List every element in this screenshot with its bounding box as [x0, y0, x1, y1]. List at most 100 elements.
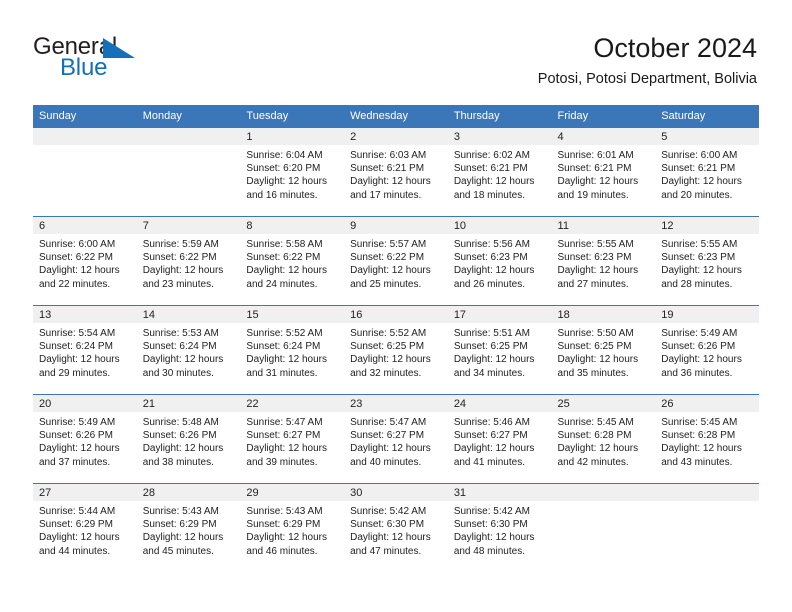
calendar-day-cell[interactable]: 16 Sunrise: 5:52 AM Sunset: 6:25 PM Dayligh…: [344, 306, 448, 394]
calendar-day-cell[interactable]: 21 Sunrise: 5:48 AM Sunset: 6:26 PM Dayligh…: [136, 395, 241, 483]
day-details: Sunrise: 5:56 AM Sunset: 6:23 PM Daylight:…: [448, 234, 552, 305]
calendar-day-cell[interactable]: 25 Sunrise: 5:45 AM Sunset: 6:28 PM Dayligh…: [551, 395, 656, 483]
sunrise-text: Sunrise: 5:55 AM: [661, 239, 738, 250]
day-number: 12: [655, 217, 759, 234]
day-details: Sunrise: 6:04 AM Sunset: 6:20 PM Daylight:…: [240, 145, 344, 216]
daylight-text-line2: and 48 minutes.: [453, 545, 525, 557]
calendar-day-cell[interactable]: 1 Sunrise: 6:04 AM Sunset: 6:20 PM Daylight…: [240, 128, 345, 216]
day-details: Sunrise: 5:53 AM Sunset: 6:24 PM Daylight:…: [137, 323, 241, 394]
calendar-day-cell[interactable]: 19 Sunrise: 5:49 AM Sunset: 6:26 PM Dayligh…: [655, 306, 759, 394]
daylight-text-line1: Daylight: 12 hours: [453, 443, 535, 455]
calendar-day-cell[interactable]: 22 Sunrise: 5:47 AM Sunset: 6:27 PM Dayligh…: [240, 395, 345, 483]
daylight-text-line2: and 36 minutes.: [661, 367, 733, 379]
calendar-page: General Blue October 2024 Potosi, Potosi…: [0, 0, 792, 612]
day-details: Sunrise: 5:42 AM Sunset: 6:30 PM Daylight:…: [344, 501, 448, 572]
sunset-text: Sunset: 6:30 PM: [350, 519, 425, 531]
calendar-day-cell[interactable]: 18 Sunrise: 5:50 AM Sunset: 6:25 PM Dayligh…: [551, 306, 656, 394]
calendar-day-cell[interactable]: 2 Sunrise: 6:03 AM Sunset: 6:21 PM Daylight…: [344, 128, 448, 216]
daylight-text-line1: Daylight: 12 hours: [142, 354, 224, 366]
daylight-text-line1: Daylight: 12 hours: [142, 532, 224, 544]
calendar-day-cell[interactable]: 15 Sunrise: 5:52 AM Sunset: 6:24 PM Dayligh…: [240, 306, 345, 394]
calendar-day-cell[interactable]: 28 Sunrise: 5:43 AM Sunset: 6:29 PM Dayligh…: [136, 484, 241, 572]
sunrise-text: Sunrise: 6:00 AM: [39, 239, 116, 250]
day-details: Sunrise: 5:58 AM Sunset: 6:22 PM Daylight:…: [240, 234, 344, 305]
sunset-text: Sunset: 6:28 PM: [557, 430, 632, 442]
daylight-text-line2: and 25 minutes.: [350, 278, 422, 290]
daylight-text-line1: Daylight: 12 hours: [39, 532, 120, 544]
calendar-day-cell[interactable]: 23 Sunrise: 5:47 AM Sunset: 6:27 PM Dayligh…: [344, 395, 448, 483]
day-details: Sunrise: 5:55 AM Sunset: 6:23 PM Daylight:…: [655, 234, 759, 305]
day-number: 17: [447, 306, 552, 323]
day-details: Sunrise: 5:49 AM Sunset: 6:26 PM Daylight:…: [655, 323, 759, 394]
day-details: Sunrise: 5:44 AM Sunset: 6:29 PM Daylight:…: [33, 501, 137, 572]
daylight-text-line2: and 45 minutes.: [142, 545, 214, 557]
calendar-day-cell[interactable]: 13 Sunrise: 5:54 AM Sunset: 6:24 PM Dayligh…: [33, 306, 137, 394]
calendar-day-cell[interactable]: 24 Sunrise: 5:46 AM Sunset: 6:27 PM Dayligh…: [447, 395, 552, 483]
calendar-day-cell[interactable]: 10 Sunrise: 5:56 AM Sunset: 6:23 PM Dayligh…: [447, 217, 552, 305]
calendar-day-cell[interactable]: 11 Sunrise: 5:55 AM Sunset: 6:23 PM Dayligh…: [551, 217, 656, 305]
daylight-text-line2: and 44 minutes.: [39, 545, 111, 557]
general-blue-logo[interactable]: General Blue: [33, 33, 213, 83]
calendar-day-cell[interactable]: 20 Sunrise: 5:49 AM Sunset: 6:26 PM Dayligh…: [33, 395, 137, 483]
daylight-text-line2: and 18 minutes.: [453, 189, 525, 201]
day-number: 4: [551, 128, 656, 145]
title-block: October 2024 Potosi, Potosi Department, …: [538, 32, 757, 88]
calendar-day-cell-empty: [655, 484, 759, 572]
sunset-text: Sunset: 6:21 PM: [350, 163, 425, 175]
daylight-text-line1: Daylight: 12 hours: [557, 176, 639, 188]
day-number: 19: [655, 306, 759, 323]
daylight-text-line1: Daylight: 12 hours: [39, 354, 120, 366]
daylight-text-line2: and 47 minutes.: [350, 545, 422, 557]
calendar-day-cell[interactable]: 30 Sunrise: 5:42 AM Sunset: 6:30 PM Dayligh…: [344, 484, 448, 572]
calendar-day-cell[interactable]: 5 Sunrise: 6:00 AM Sunset: 6:21 PM Daylight…: [655, 128, 759, 216]
page-title: October 2024: [593, 33, 757, 63]
sunset-text: Sunset: 6:21 PM: [453, 163, 528, 175]
day-number: 8: [240, 217, 345, 234]
calendar-day-cell[interactable]: 3 Sunrise: 6:02 AM Sunset: 6:21 PM Daylight…: [447, 128, 552, 216]
day-details: Sunrise: 5:47 AM Sunset: 6:27 PM Daylight:…: [344, 412, 448, 483]
calendar-day-cell[interactable]: 4 Sunrise: 6:01 AM Sunset: 6:21 PM Daylight…: [551, 128, 656, 216]
sunset-text: Sunset: 6:27 PM: [350, 430, 425, 442]
calendar-day-cell[interactable]: 17 Sunrise: 5:51 AM Sunset: 6:25 PM Dayligh…: [447, 306, 552, 394]
sunrise-text: Sunrise: 5:55 AM: [557, 239, 634, 250]
daylight-text-line1: Daylight: 12 hours: [661, 176, 742, 188]
calendar-week-row: 20 Sunrise: 5:49 AM Sunset: 6:26 PM Dayligh…: [33, 395, 759, 484]
day-number: 30: [344, 484, 448, 501]
daylight-text-line1: Daylight: 12 hours: [350, 354, 431, 366]
daylight-text-line2: and 43 minutes.: [661, 456, 733, 468]
sunrise-text: Sunrise: 5:47 AM: [350, 417, 427, 428]
daylight-text-line2: and 39 minutes.: [246, 456, 318, 468]
calendar-day-cell[interactable]: 26 Sunrise: 5:45 AM Sunset: 6:28 PM Dayligh…: [655, 395, 759, 483]
sunset-text: Sunset: 6:27 PM: [246, 430, 321, 442]
calendar-day-cell[interactable]: 6 Sunrise: 6:00 AM Sunset: 6:22 PM Daylight…: [33, 217, 137, 305]
sunrise-text: Sunrise: 5:42 AM: [350, 506, 427, 517]
calendar-day-cell-empty: [33, 128, 137, 216]
calendar-day-cell[interactable]: 7 Sunrise: 5:59 AM Sunset: 6:22 PM Daylight…: [136, 217, 241, 305]
calendar-day-cell[interactable]: 12 Sunrise: 5:55 AM Sunset: 6:23 PM Dayligh…: [655, 217, 759, 305]
sunrise-text: Sunrise: 5:57 AM: [350, 239, 427, 250]
sunrise-text: Sunrise: 5:51 AM: [453, 328, 530, 339]
calendar-day-cell[interactable]: 29 Sunrise: 5:43 AM Sunset: 6:29 PM Dayligh…: [240, 484, 345, 572]
calendar-day-cell[interactable]: 8 Sunrise: 5:58 AM Sunset: 6:22 PM Daylight…: [240, 217, 345, 305]
calendar-day-cell-empty: [136, 128, 241, 216]
day-details: [655, 501, 759, 572]
logo-text-blue: Blue: [60, 54, 108, 81]
calendar-day-cell[interactable]: 31 Sunrise: 5:42 AM Sunset: 6:30 PM Dayligh…: [447, 484, 552, 572]
day-number: 23: [344, 395, 448, 412]
daylight-text-line2: and 41 minutes.: [453, 456, 525, 468]
calendar-day-cell[interactable]: 14 Sunrise: 5:53 AM Sunset: 6:24 PM Dayligh…: [136, 306, 241, 394]
daylight-text-line2: and 23 minutes.: [142, 278, 214, 290]
sunset-text: Sunset: 6:24 PM: [39, 341, 113, 353]
sunset-text: Sunset: 6:22 PM: [246, 252, 321, 264]
daylight-text-line1: Daylight: 12 hours: [557, 265, 639, 277]
calendar-day-cell[interactable]: 9 Sunrise: 5:57 AM Sunset: 6:22 PM Daylight…: [344, 217, 448, 305]
weekday-header-thursday: Thursday: [453, 110, 500, 122]
daylight-text-line1: Daylight: 12 hours: [350, 532, 431, 544]
sunrise-text: Sunrise: 5:59 AM: [142, 239, 219, 250]
daylight-text-line2: and 42 minutes.: [557, 456, 629, 468]
day-number: 22: [240, 395, 345, 412]
calendar-day-cell[interactable]: 27 Sunrise: 5:44 AM Sunset: 6:29 PM Dayligh…: [33, 484, 137, 572]
day-details: Sunrise: 5:52 AM Sunset: 6:25 PM Daylight:…: [344, 323, 448, 394]
day-details: Sunrise: 5:46 AM Sunset: 6:27 PM Daylight:…: [448, 412, 552, 483]
sunrise-text: Sunrise: 5:44 AM: [39, 506, 116, 517]
